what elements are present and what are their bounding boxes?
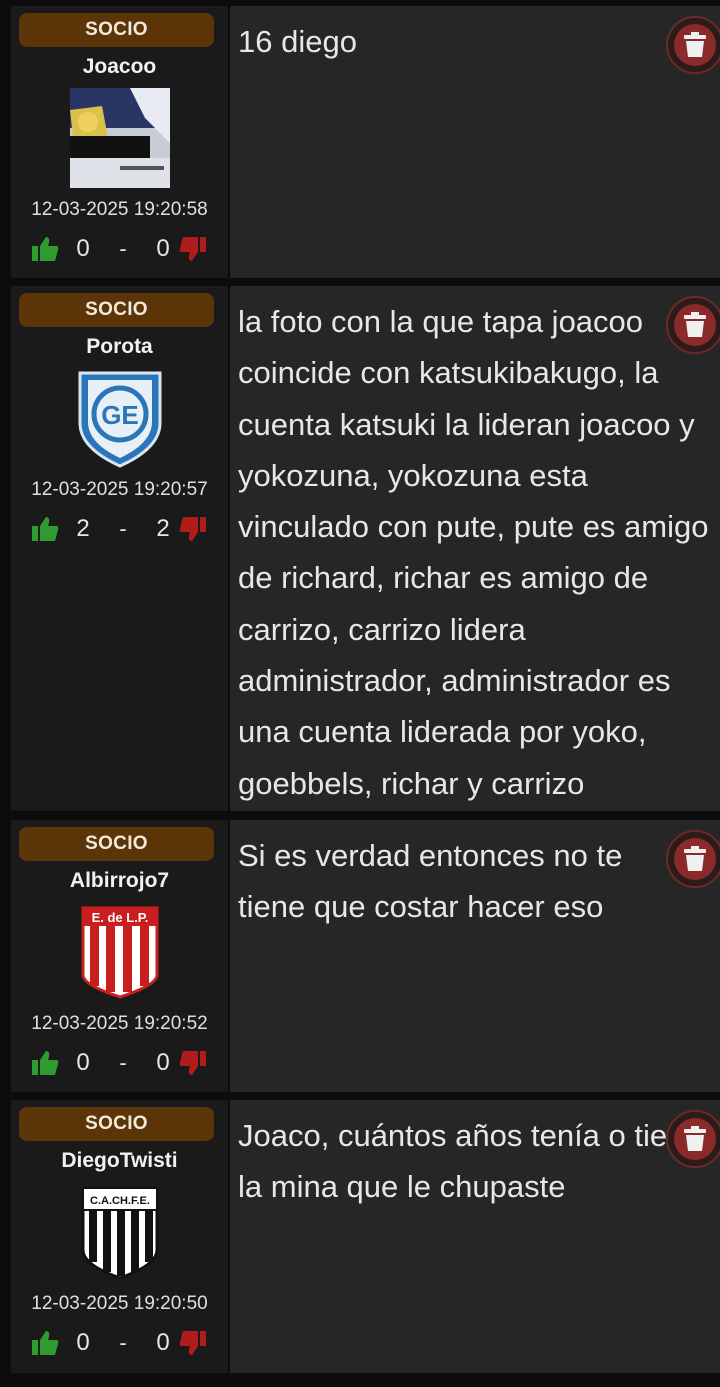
avatar[interactable] [70, 88, 170, 188]
thumbs-up-icon[interactable] [31, 236, 59, 262]
comment-timestamp: 12-03-2025 19:20:58 [31, 199, 208, 220]
thumbs-down-icon[interactable] [179, 516, 209, 542]
comment-body: Si es verdad entonces no te tiene que co… [230, 820, 720, 1092]
dislikes-count: 0 [156, 235, 170, 262]
trash-icon [684, 846, 706, 871]
comment-text: 16 diego [238, 24, 357, 59]
trash-icon [684, 1126, 706, 1151]
delete-button[interactable] [666, 830, 720, 888]
svg-text:GE: GE [101, 400, 139, 430]
username-link[interactable]: DiegoTwisti [11, 1149, 228, 1173]
dislikes-count: 0 [156, 1049, 170, 1076]
club-shield-icon: E. de L.P. [81, 906, 159, 999]
vote-separator: - [119, 516, 127, 541]
vote-separator: - [119, 1050, 127, 1075]
comment-author-panel: SOCIO Albirrojo7 E. de L.P. 12-03-2025 1… [11, 820, 228, 1092]
avatar[interactable]: GE [70, 368, 170, 468]
comment-timestamp: 12-03-2025 19:20:50 [31, 1293, 208, 1314]
club-shield-icon: GE [78, 371, 162, 468]
vote-bar: 2 - 2 [31, 514, 211, 544]
delete-button[interactable] [666, 16, 720, 74]
comment-author-panel: SOCIO Porota GE 12-03-2025 19:20:57 2 - … [11, 286, 228, 811]
delete-button-inner [674, 304, 716, 346]
likes-count: 0 [76, 235, 90, 262]
thumbs-up-icon[interactable] [31, 516, 59, 542]
thumbs-down-icon[interactable] [179, 1050, 209, 1076]
comment-post: SOCIO DiegoTwisti C.A.CH.F.E. 12-03-2025… [11, 1100, 720, 1373]
delete-button-inner [674, 838, 716, 880]
dislikes-count: 0 [156, 1329, 170, 1356]
thumbs-up-icon[interactable] [31, 1330, 59, 1356]
dislikes-count: 2 [156, 515, 170, 542]
avatar-photo-image [70, 88, 170, 188]
vote-separator: - [119, 1330, 127, 1355]
delete-button[interactable] [666, 296, 720, 354]
comment-body: la foto con la que tapa joacoo coincide … [230, 286, 720, 811]
likes-count: 0 [76, 1049, 90, 1076]
comment-text: la foto con la que tapa joacoo coincide … [238, 304, 709, 801]
comment-timestamp: 12-03-2025 19:20:57 [31, 479, 208, 500]
thumbs-down-icon[interactable] [179, 236, 209, 262]
club-shield-icon: C.A.CH.F.E. [81, 1186, 159, 1280]
username-link[interactable]: Albirrojo7 [11, 869, 228, 893]
delete-button-inner [674, 1118, 716, 1160]
comment-text: Joaco, cuántos años tenía o tiene la min… [238, 1118, 702, 1205]
delete-button[interactable] [666, 1110, 720, 1168]
shield-label: E. de L.P. [92, 910, 149, 925]
delete-button-inner [674, 24, 716, 66]
vote-separator: - [119, 236, 127, 261]
comment-feed: SOCIO Joacoo 12-03-2025 19:20:58 0 - 0 1… [0, 0, 720, 1387]
trash-icon [684, 312, 706, 337]
username-link[interactable]: Porota [11, 335, 228, 359]
likes-count: 0 [76, 1329, 90, 1356]
comment-author-panel: SOCIO DiegoTwisti C.A.CH.F.E. 12-03-2025… [11, 1100, 228, 1373]
member-badge: SOCIO [19, 293, 214, 327]
comment-body: Joaco, cuántos años tenía o tiene la min… [230, 1100, 720, 1373]
member-badge: SOCIO [19, 13, 214, 47]
avatar[interactable]: C.A.CH.F.E. [70, 1182, 170, 1282]
avatar[interactable]: E. de L.P. [70, 902, 170, 1002]
username-link[interactable]: Joacoo [11, 55, 228, 79]
shield-label: C.A.CH.F.E. [90, 1195, 150, 1207]
likes-count: 2 [76, 515, 90, 542]
comment-post: SOCIO Joacoo 12-03-2025 19:20:58 0 - 0 1… [11, 6, 720, 278]
vote-bar: 0 - 0 [31, 1048, 211, 1078]
comment-text: Si es verdad entonces no te tiene que co… [238, 838, 623, 925]
thumbs-up-icon[interactable] [31, 1050, 59, 1076]
vote-bar: 0 - 0 [31, 234, 211, 264]
comment-post: SOCIO Albirrojo7 E. de L.P. 12-03-2025 1… [11, 820, 720, 1092]
comment-post: SOCIO Porota GE 12-03-2025 19:20:57 2 - … [11, 286, 720, 811]
comment-body: 16 diego [230, 6, 720, 278]
comment-timestamp: 12-03-2025 19:20:52 [31, 1013, 208, 1034]
trash-icon [684, 32, 706, 57]
member-badge: SOCIO [19, 1107, 214, 1141]
thumbs-down-icon[interactable] [179, 1330, 209, 1356]
member-badge: SOCIO [19, 827, 214, 861]
comment-author-panel: SOCIO Joacoo 12-03-2025 19:20:58 0 - 0 [11, 6, 228, 278]
vote-bar: 0 - 0 [31, 1328, 211, 1358]
